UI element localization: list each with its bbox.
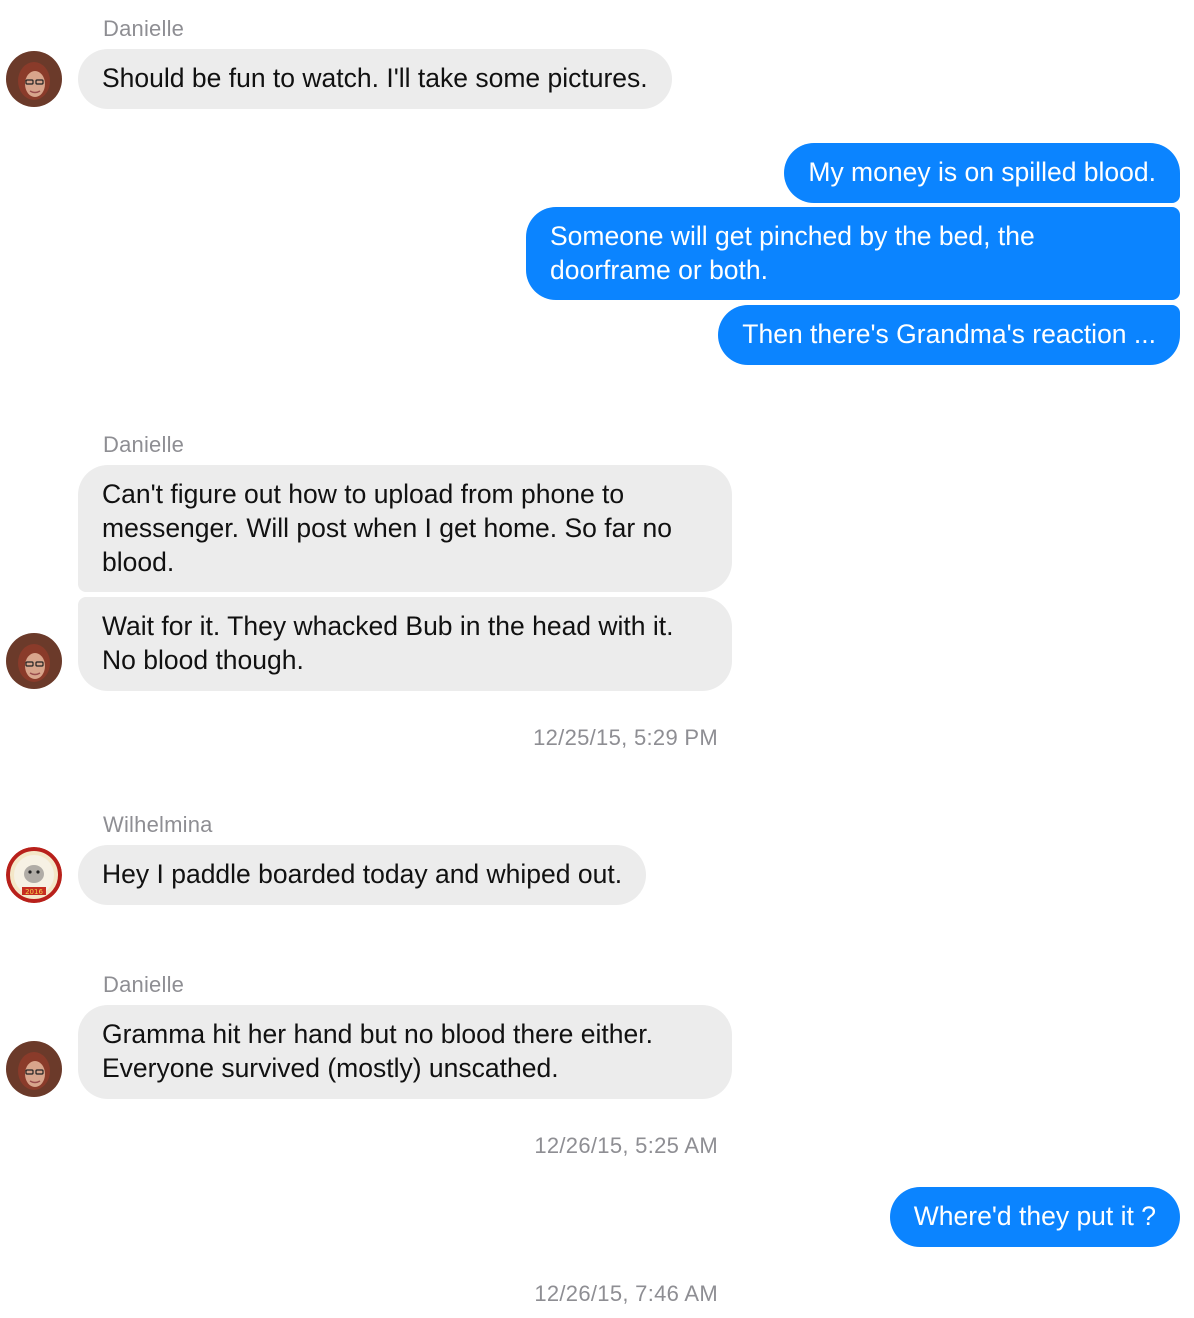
danielle-avatar[interactable] [6,51,62,107]
message-bubble[interactable]: Hey I paddle boarded today and whiped ou… [78,845,647,905]
timestamp: 12/25/15, 5:29 PM [533,725,718,750]
message-bubble[interactable]: Can't figure out how to upload from phon… [78,465,732,592]
wilhelmina-avatar[interactable]: 2016 [6,847,62,903]
timestamp: 12/26/15, 5:25 AM [534,1133,718,1158]
timestamp: 12/26/15, 7:46 AM [534,1281,718,1306]
sender-name: Wilhelmina [103,812,213,837]
danielle-avatar[interactable] [6,633,62,689]
svg-text:2016: 2016 [25,888,43,896]
message-bubble[interactable]: Wait for it. They whacked Bub in the hea… [78,597,732,691]
message-bubble[interactable]: Gramma hit her hand but no blood there e… [78,1005,732,1099]
sender-name: Danielle [103,972,185,997]
message-bubble[interactable]: My money is on spilled blood. [784,143,1180,203]
message-bubble[interactable]: Someone will get pinched by the bed, the… [526,207,1180,300]
sender-name: Danielle [103,16,185,41]
message-bubble[interactable]: Then there's Grandma's reaction ... [718,305,1180,365]
danielle-avatar[interactable] [6,1041,62,1097]
sender-name: Danielle [103,432,185,457]
message-bubble[interactable]: Where'd they put it ? [889,1187,1180,1247]
message-bubble[interactable]: Should be fun to watch. I'll take some p… [78,49,672,109]
